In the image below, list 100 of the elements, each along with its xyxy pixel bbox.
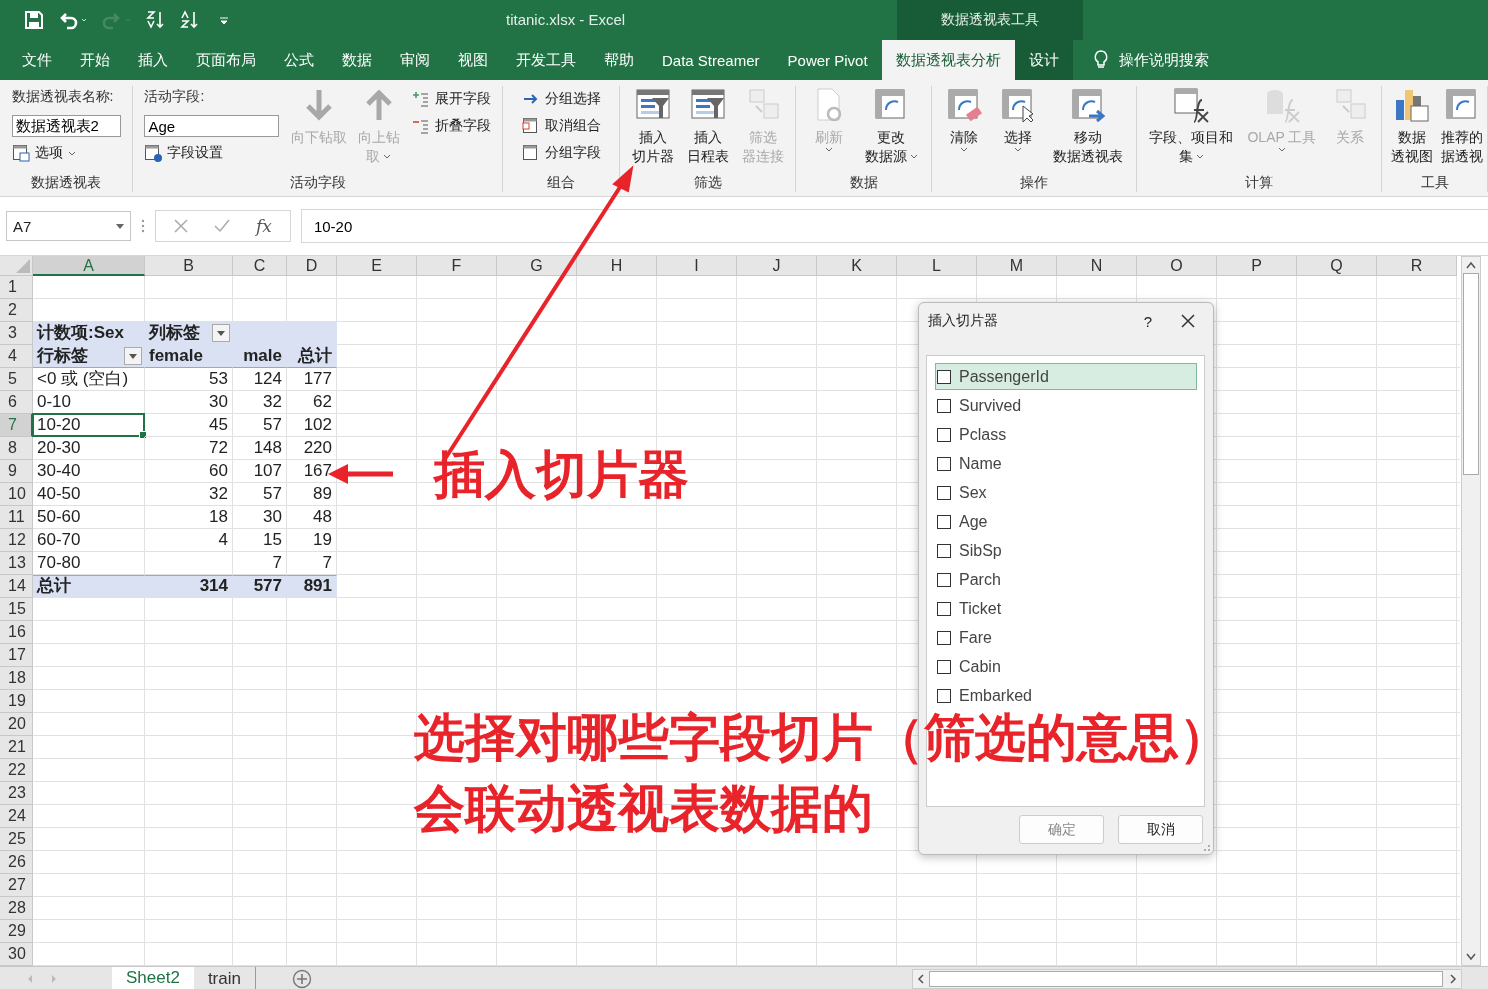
ribbon-button[interactable]: 展开字段	[411, 88, 491, 110]
scroll-left-icon[interactable]	[917, 974, 925, 984]
checkbox[interactable]	[937, 630, 951, 645]
row-header[interactable]: 26	[0, 851, 33, 874]
row-header[interactable]: 5	[0, 368, 33, 391]
row-header[interactable]: 19	[0, 690, 33, 713]
ribbon-button[interactable]: 折叠字段	[411, 115, 491, 137]
ribbon-button[interactable]: 选项	[11, 142, 121, 164]
tell-me-search[interactable]: 操作说明搜索	[1092, 40, 1209, 80]
formula-field[interactable]: 10-20	[300, 209, 1488, 243]
row-header[interactable]: 17	[0, 644, 33, 667]
column-header[interactable]: H	[577, 256, 657, 276]
column-header[interactable]: L	[897, 256, 977, 276]
ribbon-tab[interactable]: 公式	[270, 40, 328, 80]
list-item[interactable]: SibSp	[935, 537, 1197, 564]
scroll-right-icon[interactable]	[1449, 974, 1457, 984]
ribbon-button[interactable]: 字段设置	[144, 142, 280, 164]
cancel-button[interactable]: 取消	[1118, 815, 1203, 844]
column-header[interactable]: O	[1137, 256, 1217, 276]
ribbon-tab[interactable]: 视图	[444, 40, 502, 80]
ribbon-button[interactable]: 插入 切片器	[628, 86, 677, 166]
row-header[interactable]: 14	[0, 575, 33, 598]
column-header[interactable]: N	[1057, 256, 1137, 276]
ribbon-tab[interactable]: 开始	[66, 40, 124, 80]
sort-ascending-button[interactable]	[180, 10, 200, 30]
column-header[interactable]: G	[497, 256, 577, 276]
resize-grip-icon[interactable]	[1201, 842, 1211, 852]
scroll-thumb[interactable]	[929, 971, 1443, 987]
column-header[interactable]: B	[145, 256, 233, 276]
column-header[interactable]: P	[1217, 256, 1297, 276]
column-header[interactable]: D	[287, 256, 337, 276]
ribbon-tab[interactable]: Power Pivot	[773, 40, 882, 80]
add-sheet-icon[interactable]	[291, 969, 312, 989]
list-item[interactable]: Cabin	[935, 653, 1197, 680]
column-header[interactable]: A	[33, 256, 145, 276]
sheet-tab[interactable]: Sheet2	[112, 967, 194, 989]
horizontal-scrollbar[interactable]	[912, 969, 1462, 989]
checkbox[interactable]	[937, 485, 951, 500]
row-header[interactable]: 21	[0, 736, 33, 759]
ribbon-button[interactable]: 清除	[942, 86, 986, 152]
checkbox[interactable]	[937, 601, 951, 616]
checkbox[interactable]	[937, 514, 951, 529]
save-button[interactable]	[24, 10, 44, 30]
column-header[interactable]: C	[233, 256, 287, 276]
row-header[interactable]: 15	[0, 598, 33, 621]
ribbon-button[interactable]: 选择	[996, 86, 1040, 152]
row-header[interactable]: 9	[0, 460, 33, 483]
row-header[interactable]: 12	[0, 529, 33, 552]
row-header[interactable]: 30	[0, 943, 33, 966]
column-header[interactable]: K	[817, 256, 897, 276]
row-header[interactable]: 24	[0, 805, 33, 828]
ribbon-button[interactable]: 移动 数据透视表	[1050, 86, 1126, 166]
row-header[interactable]: 3	[0, 322, 33, 345]
scroll-thumb[interactable]	[1463, 273, 1479, 475]
vertical-scrollbar[interactable]	[1461, 256, 1481, 966]
scroll-down-icon[interactable]	[1466, 953, 1476, 961]
list-item[interactable]: Sex	[935, 479, 1197, 506]
ribbon-tab[interactable]: 插入	[124, 40, 182, 80]
filter-dropdown-button[interactable]	[124, 347, 142, 365]
row-header[interactable]: 4	[0, 345, 33, 368]
ribbon-tab[interactable]: 审阅	[386, 40, 444, 80]
checkbox[interactable]	[937, 543, 951, 558]
list-item[interactable]: Parch	[935, 566, 1197, 593]
list-item[interactable]: Age	[935, 508, 1197, 535]
row-header[interactable]: 25	[0, 828, 33, 851]
checkbox[interactable]	[937, 369, 951, 384]
checkbox[interactable]	[937, 456, 951, 471]
list-item[interactable]: Name	[935, 450, 1197, 477]
checkbox[interactable]	[937, 688, 951, 703]
list-item[interactable]: PassengerId	[935, 363, 1197, 390]
ribbon-tab[interactable]: 页面布局	[182, 40, 270, 80]
ribbon-tab[interactable]: 设计	[1014, 40, 1073, 80]
ribbon-tab[interactable]: 数据透视表分析	[881, 40, 1015, 80]
row-header[interactable]: 2	[0, 299, 33, 322]
checkbox[interactable]	[937, 398, 951, 413]
list-item[interactable]: Embarked	[935, 682, 1197, 709]
ribbon-tab[interactable]: 开发工具	[502, 40, 590, 80]
ribbon-button[interactable]: 插入 日程表	[683, 86, 732, 166]
row-header[interactable]: 6	[0, 391, 33, 414]
row-header[interactable]: 10	[0, 483, 33, 506]
checkbox[interactable]	[937, 427, 951, 442]
scroll-up-icon[interactable]	[1466, 261, 1476, 269]
row-header[interactable]: 22	[0, 759, 33, 782]
column-header[interactable]: R	[1377, 256, 1457, 276]
text-field[interactable]: 数据透视表2	[11, 115, 121, 137]
column-header[interactable]: M	[977, 256, 1057, 276]
ribbon-button[interactable]: 取消组合	[521, 115, 601, 137]
row-header[interactable]: 28	[0, 897, 33, 920]
row-header[interactable]: 27	[0, 874, 33, 897]
ribbon-button[interactable]: 推荐的 据透视	[1438, 86, 1486, 166]
ribbon-tab[interactable]: 帮助	[590, 40, 648, 80]
row-header[interactable]: 20	[0, 713, 33, 736]
check-icon[interactable]	[214, 219, 230, 233]
list-item[interactable]: Survived	[935, 392, 1197, 419]
ribbon-button[interactable]: 数据 透视图	[1388, 86, 1436, 166]
name-box[interactable]: A7	[6, 211, 131, 241]
column-header[interactable]: Q	[1297, 256, 1377, 276]
checkbox[interactable]	[937, 572, 951, 587]
text-field[interactable]: Age	[144, 115, 280, 137]
ribbon-tab[interactable]: Data Streamer	[648, 40, 774, 80]
